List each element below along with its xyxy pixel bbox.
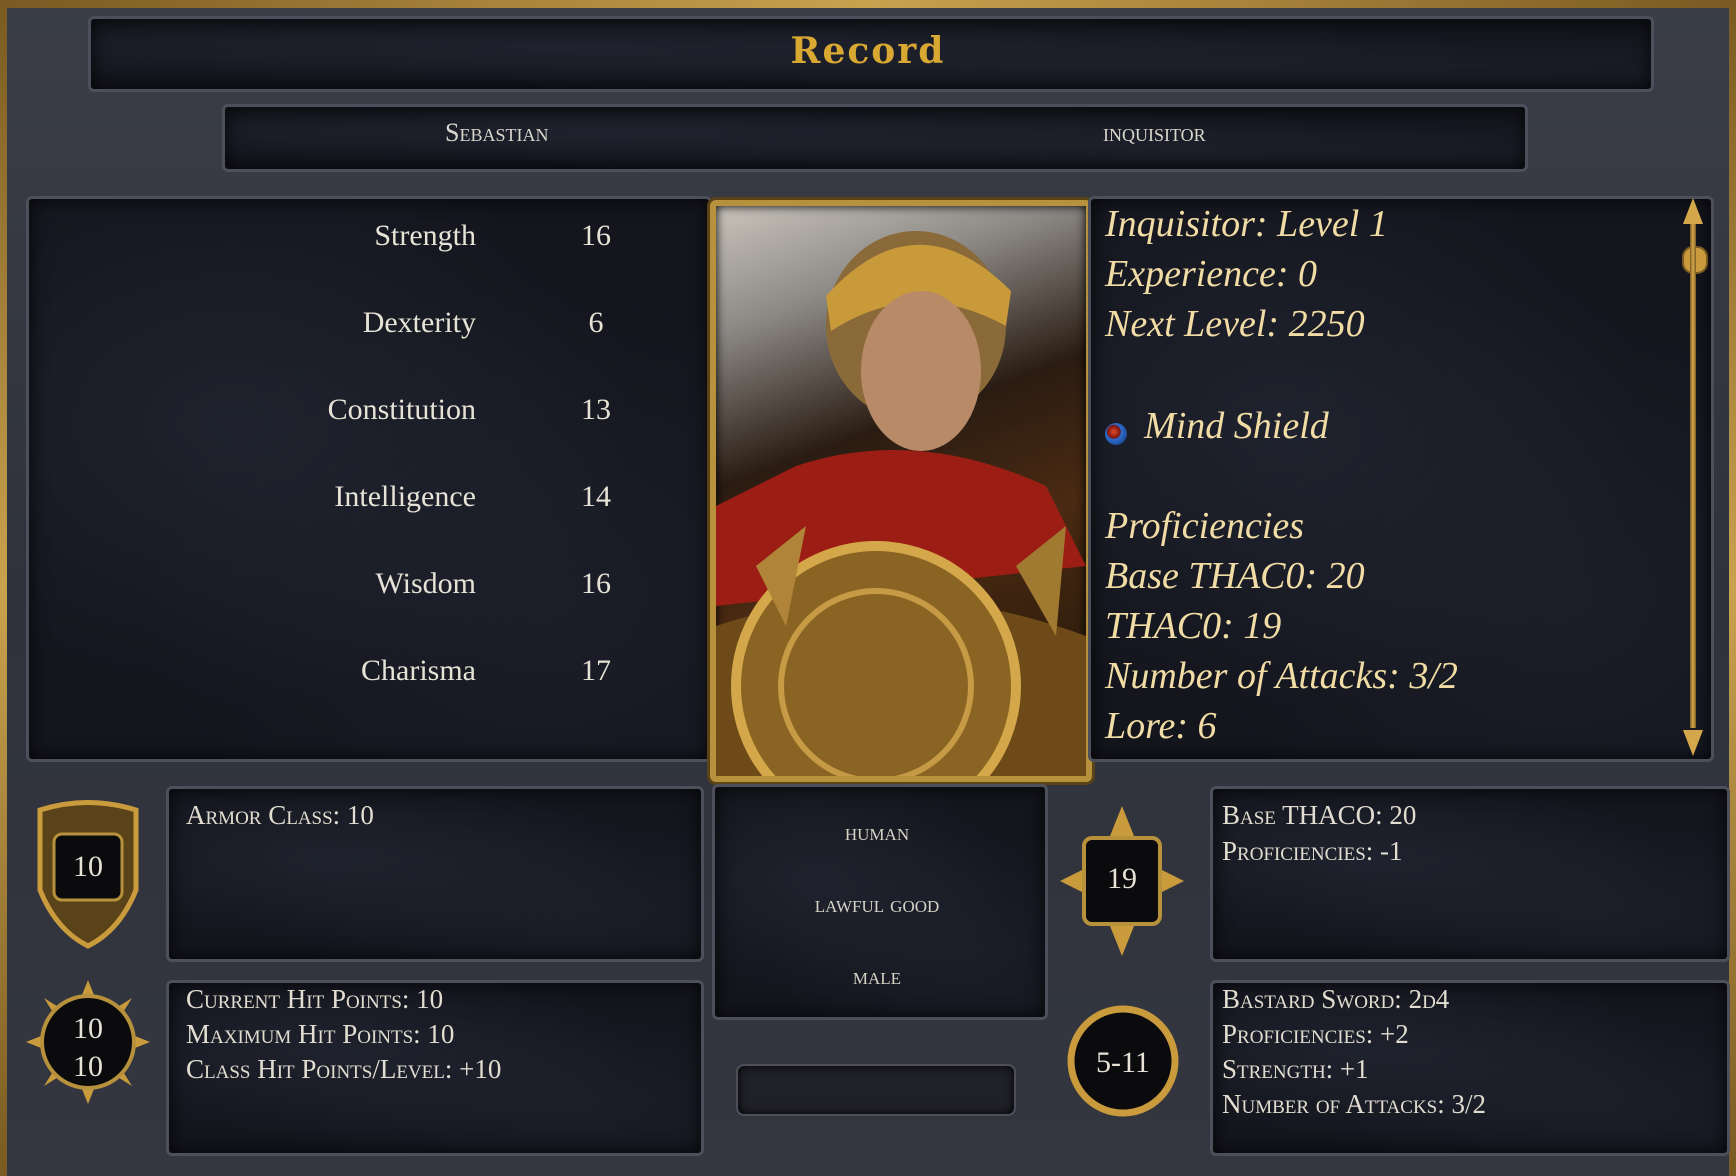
stat-label: Wisdom <box>375 567 476 600</box>
thac0-base-text: Base THACO: 20 <box>1222 800 1417 830</box>
stat-value: 17 <box>581 654 611 687</box>
scroll-up-arrow-icon[interactable] <box>1683 198 1703 224</box>
stat-value: 13 <box>581 393 611 426</box>
level-text: Inquisitor: Level 1 <box>1105 203 1388 245</box>
stat-label: Constitution <box>327 393 476 426</box>
race-text: human <box>844 820 910 846</box>
thac0-icon-value: 19 <box>1107 862 1137 895</box>
thac0-proficiency-text: Proficiencies: -1 <box>1222 836 1403 866</box>
stat-value: 16 <box>581 219 611 252</box>
scroll-down-arrow-icon[interactable] <box>1683 730 1703 756</box>
ability-row[interactable]: Mind Shield <box>1105 404 1329 448</box>
empty-slot <box>736 1064 1016 1116</box>
attacks-text: Number of Attacks: 3/2 <box>1105 655 1458 697</box>
weapon-damage-text: Bastard Sword: 2d4 <box>1222 984 1450 1014</box>
stat-label: Dexterity <box>362 306 476 339</box>
stat-label: Charisma <box>361 654 476 687</box>
alignment-text: lawful good <box>814 892 940 918</box>
gender-text: male <box>852 964 902 990</box>
ability-name: Mind Shield <box>1144 405 1329 447</box>
gem-icon <box>1105 422 1127 445</box>
warrior-portrait-art <box>716 231 1086 776</box>
character-class: inquisitor <box>1103 118 1206 147</box>
character-name: Sebastian <box>445 118 549 147</box>
scroll-track <box>1690 224 1696 728</box>
current-hp-icon-value: 10 <box>73 1012 103 1045</box>
weapon-strength-text: Strength: +1 <box>1222 1054 1369 1084</box>
current-hp-text: Current Hit Points: 10 <box>186 984 444 1014</box>
experience-text: Experience: 0 <box>1105 253 1318 295</box>
max-hp-icon-value: 10 <box>73 1050 103 1083</box>
weapon-proficiency-text: Proficiencies: +2 <box>1222 1019 1409 1049</box>
scrollbar[interactable] <box>1680 198 1708 756</box>
base-thac0-text: Base THAC0: 20 <box>1105 555 1365 597</box>
weapon-attacks-text: Number of Attacks: 3/2 <box>1222 1089 1486 1119</box>
hp-per-level-text: Class Hit Points/Level: +10 <box>186 1054 502 1084</box>
character-portrait[interactable] <box>710 200 1092 782</box>
stat-value: 14 <box>581 480 611 513</box>
stat-value: 6 <box>588 306 604 339</box>
frame-edge <box>1729 0 1736 1176</box>
damage-icon-value: 5-11 <box>1096 1046 1150 1079</box>
lore-text: Lore: 6 <box>1105 705 1217 747</box>
header-bar <box>222 104 1528 172</box>
proficiencies-heading: Proficiencies <box>1105 505 1305 547</box>
stat-value: 16 <box>581 567 611 600</box>
stat-label: Strength <box>374 219 476 252</box>
thac0-text: THAC0: 19 <box>1105 605 1282 647</box>
next-level-text: Next Level: 2250 <box>1105 303 1365 345</box>
stat-label: Intelligence <box>334 480 476 513</box>
armor-class-icon-value: 10 <box>73 850 103 883</box>
max-hp-text: Maximum Hit Points: 10 <box>186 1019 455 1049</box>
armor-class-text: Armor Class: 10 <box>186 800 374 830</box>
page-title: Record <box>790 30 946 72</box>
